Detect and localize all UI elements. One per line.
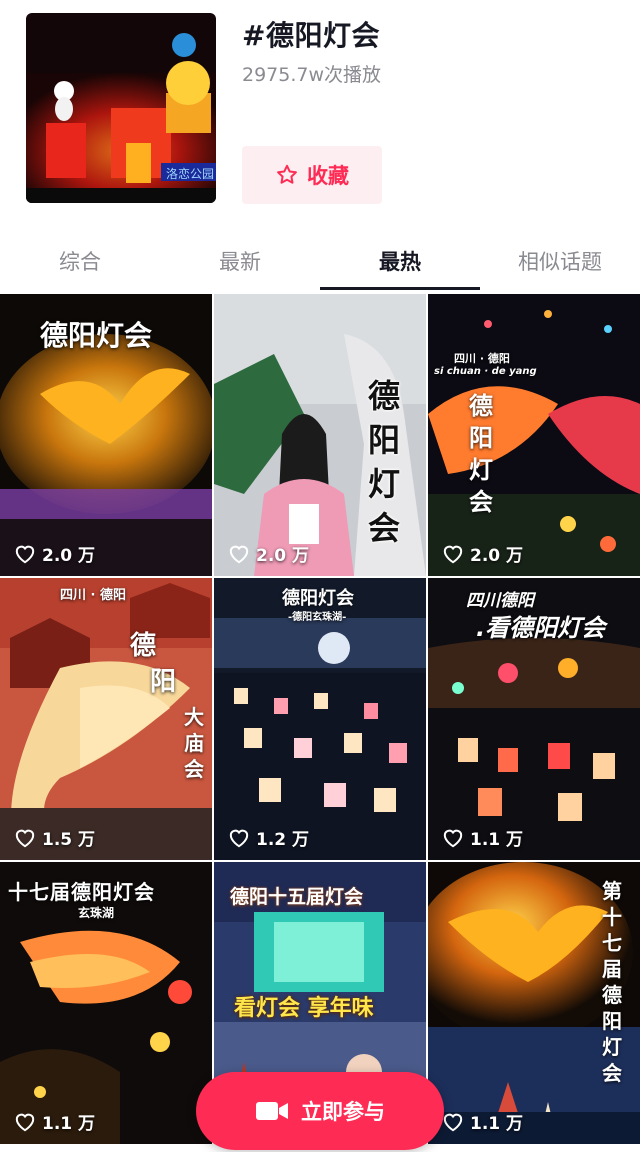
video-overlay-text: 四川 · 德阳 <box>454 352 510 365</box>
like-count: 1.1 万 <box>442 1109 523 1134</box>
video-card[interactable]: 德 阳 灯 会 2.0 万 <box>214 294 426 576</box>
like-count-value: 2.0 万 <box>42 546 96 566</box>
heart-icon <box>443 829 463 847</box>
overlay-char: 会 <box>184 757 204 781</box>
overlay-char: 德 <box>130 631 157 661</box>
overlay-char: 灯 <box>602 1035 622 1059</box>
topic-cover-image: 洛恋公园 <box>26 13 216 203</box>
video-card[interactable]: 四川德阳 .看德阳灯会 1.1 万 <box>428 578 640 860</box>
heart-icon <box>15 545 35 563</box>
video-overlay-text: 玄珠湖 <box>78 906 115 920</box>
join-topic-button[interactable]: 立即参与 <box>196 1072 444 1150</box>
heart-icon <box>15 1113 35 1131</box>
cover-sign-text: 洛恋公园 <box>166 166 214 181</box>
join-button-label: 立即参与 <box>301 1100 385 1124</box>
overlay-char: 届 <box>602 957 622 981</box>
topic-header: 洛恋公园 #德阳灯会 2975.7w次播放 收藏 <box>0 0 640 228</box>
star-icon <box>277 164 297 184</box>
video-card[interactable]: 德阳灯会 -德阳玄珠湖- 1.2 万 <box>214 578 426 860</box>
video-card[interactable]: 第 十 七 届 德 阳 灯 会 1.1 万 <box>428 862 640 1144</box>
overlay-char: 德 <box>469 392 493 420</box>
like-count: 1.1 万 <box>442 825 523 850</box>
overlay-char: 会 <box>469 488 493 516</box>
favorite-button[interactable]: 收藏 <box>242 146 382 204</box>
video-overlay-text: -德阳玄珠湖- <box>288 612 347 623</box>
overlay-char: 阳 <box>150 667 177 697</box>
like-count: 1.5 万 <box>14 825 95 850</box>
video-card[interactable]: 四川 · 德阳 si chuan · de yang 德 阳 灯 会 2.0 万 <box>428 294 640 576</box>
like-count: 1.1 万 <box>14 1109 95 1134</box>
video-card[interactable]: 四川 · 德阳 德 阳 大 庙 会 1.5 万 <box>0 578 212 860</box>
video-overlay-text: 德阳十五届灯会 <box>230 886 364 908</box>
video-overlay-text: .看德阳灯会 <box>476 614 606 642</box>
heart-icon <box>229 829 249 847</box>
heart-icon <box>443 545 463 563</box>
like-count: 2.0 万 <box>14 541 95 566</box>
like-count: 2.0 万 <box>228 541 309 566</box>
tab-comprehensive[interactable]: 综合 <box>0 236 160 292</box>
overlay-char: 阳 <box>602 1009 622 1033</box>
video-overlay-text: 德 阳 灯 会 <box>466 390 496 518</box>
tab-bar: 综合 最新 最热 相似话题 <box>0 236 640 292</box>
tab-latest[interactable]: 最新 <box>160 236 320 292</box>
video-camera-icon <box>256 1102 288 1120</box>
overlay-char: 七 <box>602 931 622 955</box>
overlay-char: 灯 <box>367 465 400 503</box>
like-count-value: 1.5 万 <box>42 830 96 850</box>
video-overlay-text: 大 庙 会 <box>182 704 206 782</box>
overlay-char: 大 <box>184 705 204 729</box>
overlay-char: 德 <box>367 377 400 415</box>
like-count-value: 1.2 万 <box>256 830 310 850</box>
heart-icon <box>229 545 249 563</box>
video-grid: 德阳灯会 2.0 万 德 阳 灯 会 2.0 万 四川 · 德阳 si chua… <box>0 294 640 1144</box>
overlay-char: 第 <box>602 879 622 903</box>
video-card[interactable]: 十七届德阳灯会 玄珠湖 1.1 万 <box>0 862 212 1144</box>
like-count-value: 2.0 万 <box>256 546 310 566</box>
overlay-char: 德 <box>602 983 622 1007</box>
video-overlay-text: 看灯会 享年味 <box>234 996 374 1021</box>
video-overlay-text: 十七届德阳灯会 <box>8 880 155 904</box>
play-count: 2975.7w次播放 <box>242 64 382 86</box>
favorite-label: 收藏 <box>307 164 349 188</box>
overlay-char: 会 <box>602 1061 622 1085</box>
tab-hottest[interactable]: 最热 <box>320 236 480 292</box>
overlay-char: 阳 <box>367 421 400 459</box>
overlay-char: 灯 <box>469 456 493 484</box>
overlay-char: 会 <box>367 509 400 547</box>
like-count-value: 1.1 万 <box>42 1114 96 1134</box>
video-overlay-text: 四川 · 德阳 <box>60 588 126 603</box>
video-overlay-text: si chuan · de yang <box>434 366 537 377</box>
overlay-char: 庙 <box>184 731 204 755</box>
overlay-char: 阳 <box>469 424 493 452</box>
heart-icon <box>15 829 35 847</box>
video-card[interactable]: 德阳灯会 2.0 万 <box>0 294 212 576</box>
video-overlay-text: 第 十 七 届 德 阳 灯 会 <box>598 878 626 1086</box>
video-overlay-text: 德 阳 <box>130 628 176 700</box>
overlay-char: 十 <box>602 905 622 929</box>
video-overlay-text: 德 阳 灯 会 <box>364 374 404 550</box>
tab-similar-topics[interactable]: 相似话题 <box>480 236 640 292</box>
heart-icon <box>443 1113 463 1131</box>
like-count: 1.2 万 <box>228 825 309 850</box>
like-count: 2.0 万 <box>442 541 523 566</box>
like-count-value: 1.1 万 <box>470 1114 524 1134</box>
like-count-value: 1.1 万 <box>470 830 524 850</box>
video-overlay-text: 德阳灯会 <box>282 588 354 609</box>
video-overlay-text: 德阳灯会 <box>40 319 153 352</box>
like-count-value: 2.0 万 <box>470 546 524 566</box>
topic-title: #德阳灯会 <box>242 19 380 52</box>
